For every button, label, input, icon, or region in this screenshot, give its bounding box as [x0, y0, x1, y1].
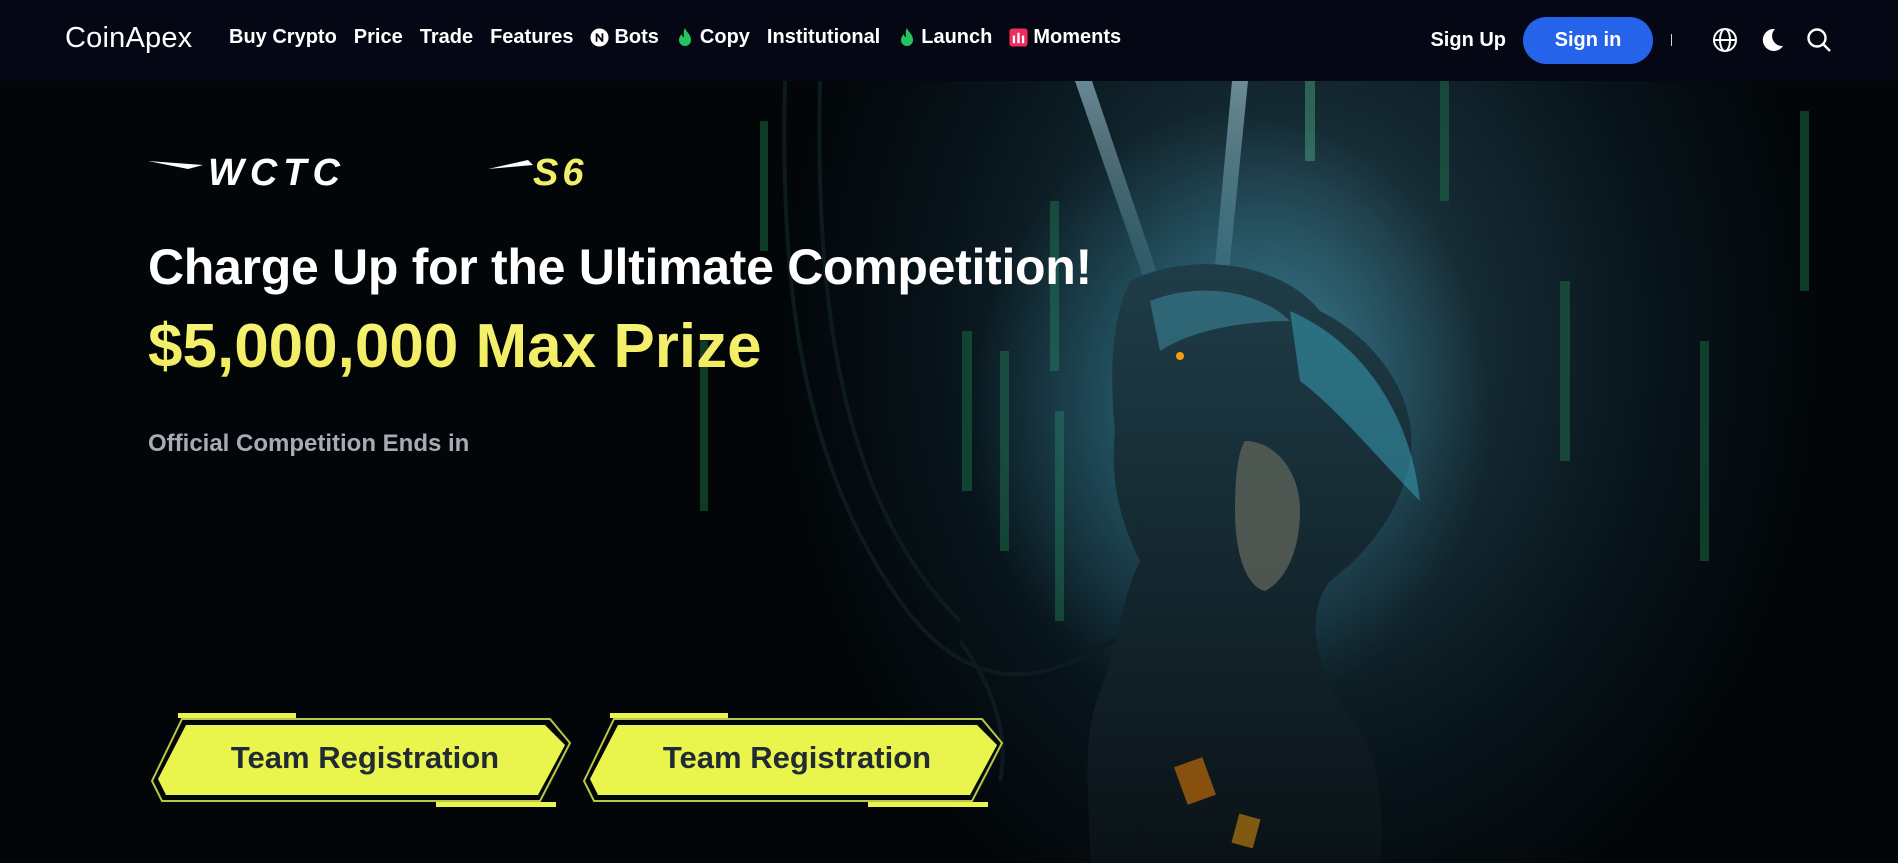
nav-label: Buy Crypto — [229, 26, 337, 48]
brand-logo[interactable]: CoinApex — [65, 22, 192, 55]
moments-icon — [1009, 28, 1028, 47]
team-registration-button[interactable]: Team Registration — [150, 705, 580, 811]
nav-label: Price — [353, 26, 403, 48]
globe-icon[interactable] — [1711, 26, 1739, 54]
flame-icon — [676, 27, 695, 47]
search-icon[interactable] — [1805, 26, 1833, 54]
nav-item-price[interactable]: Price — [354, 26, 403, 49]
nav-item-buy-crypto[interactable]: Buy Crypto — [229, 26, 337, 49]
sign-in-button[interactable]: Sign in — [1523, 16, 1653, 64]
nav-item-copy[interactable]: Copy — [676, 26, 750, 49]
nav-item-trade[interactable]: Trade — [420, 26, 473, 49]
nav-item-institutional[interactable]: Institutional — [767, 26, 880, 49]
logo-season-text: S6 — [533, 153, 587, 193]
hero-banner: WCTC S6 Charge Up for the Ultimate Compe… — [0, 81, 1898, 863]
nav-actions: Sign Up Sign in — [1430, 16, 1833, 64]
divider — [1671, 34, 1672, 46]
sign-up-link[interactable]: Sign Up — [1430, 29, 1506, 52]
team-registration-label: Team Registration — [662, 740, 932, 775]
bots-n-icon — [590, 28, 609, 47]
nav-item-bots[interactable]: Bots — [590, 26, 659, 49]
team-registration-label: Team Registration — [230, 740, 500, 775]
nav-label: Bots — [614, 26, 659, 48]
nav-item-launch[interactable]: Launch — [897, 26, 992, 49]
countdown-label: Official Competition Ends in — [148, 430, 470, 457]
nav-item-features[interactable]: Features — [490, 26, 573, 49]
main-menu: Buy Crypto Price Trade Features Bots Cop… — [229, 26, 1121, 49]
nav-label: Moments — [1033, 26, 1122, 48]
hero-headline: Charge Up for the Ultimate Competition! — [148, 239, 1092, 295]
prize-amount: $5,000,000 Max Prize — [148, 312, 762, 381]
nav-label: Copy — [699, 26, 750, 48]
nav-item-moments[interactable]: Moments — [1009, 26, 1121, 49]
nav-label: Trade — [419, 26, 474, 48]
wctc-s6-logo: WCTC S6 — [148, 152, 648, 198]
team-registration-button[interactable]: Team Registration — [582, 705, 1012, 811]
moon-icon[interactable] — [1758, 26, 1786, 54]
nav-label: Institutional — [766, 26, 881, 48]
logo-wctc-text: WCTC — [208, 153, 346, 193]
nav-label: Launch — [921, 26, 993, 48]
nav-label: Features — [490, 26, 574, 48]
top-navbar: CoinApex Buy Crypto Price Trade Features… — [0, 0, 1898, 81]
flame-icon — [897, 27, 916, 47]
